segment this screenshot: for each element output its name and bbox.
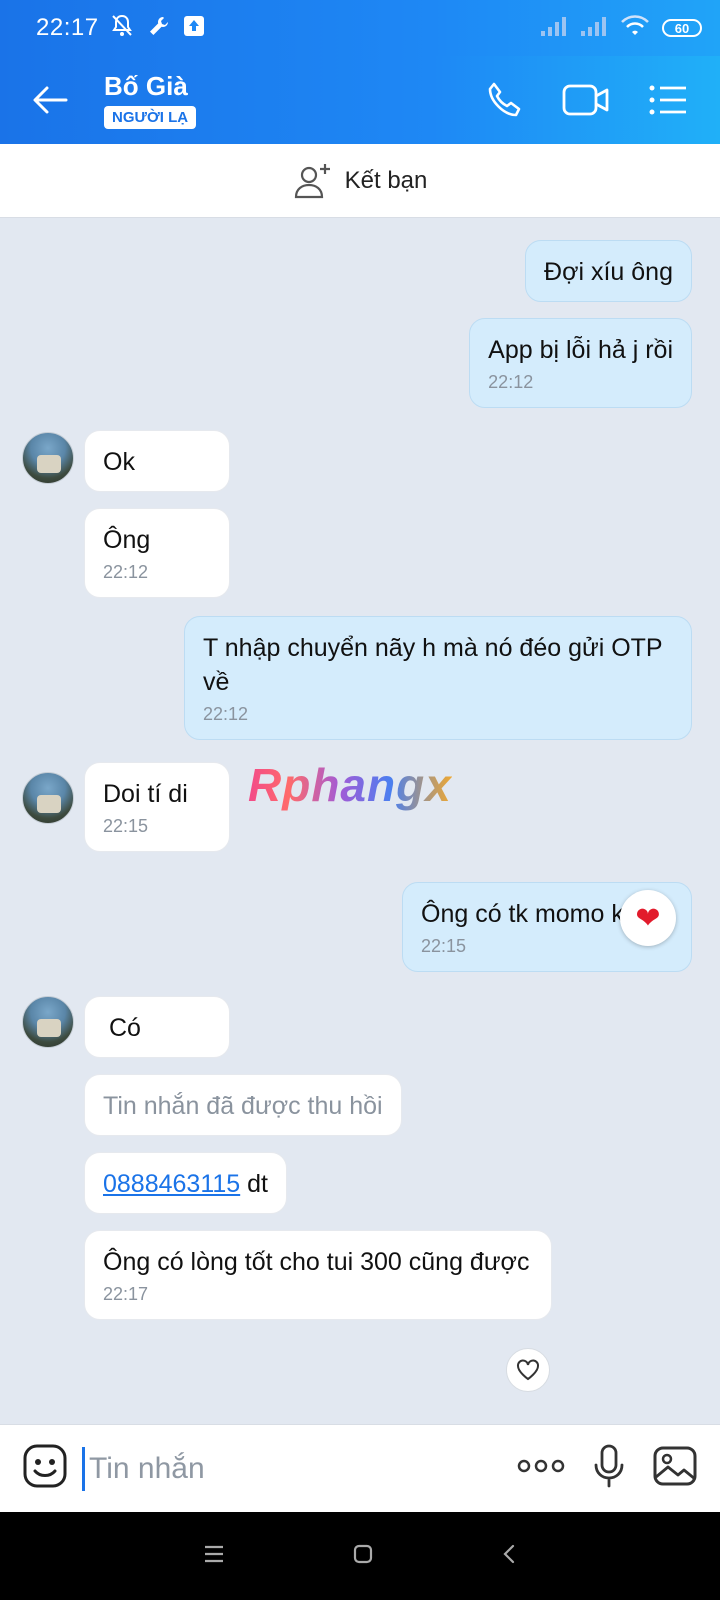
add-friend-label: Kết bạn — [344, 166, 428, 194]
muted-bell-icon — [109, 13, 135, 44]
image-icon — [653, 1446, 697, 1486]
message-recalled[interactable]: Tin nhắn đã được thu hồi — [84, 1074, 402, 1136]
message-text: Ông — [103, 526, 151, 554]
avatar[interactable] — [22, 772, 74, 824]
message-incoming[interactable]: Doi tí di 22:15 — [84, 762, 230, 852]
arrow-left-icon — [33, 86, 68, 114]
avatar[interactable] — [22, 432, 74, 484]
message-time: 22:12 — [203, 704, 249, 724]
square-home-icon — [353, 1544, 373, 1563]
status-time: 22:17 — [36, 14, 99, 41]
home-button[interactable] — [352, 1543, 374, 1570]
message-outgoing[interactable]: T nhập chuyển nãy h mà nó đéo gửi OTP về… — [184, 616, 692, 740]
avatar[interactable] — [22, 996, 74, 1048]
wifi-icon — [620, 14, 650, 42]
react-button[interactable] — [506, 1348, 550, 1392]
stranger-badge: NGƯỜI LẠ — [104, 106, 197, 129]
phone-number-link[interactable]: 0888463115 — [103, 1170, 240, 1198]
microphone-icon — [594, 1444, 624, 1488]
watermark-logo: Rphangx — [248, 759, 452, 811]
heart-reaction-icon[interactable]: ❤ — [620, 890, 676, 946]
voice-record-button[interactable] — [592, 1443, 626, 1494]
contact-info[interactable]: Bố Già NGƯỜI LẠ — [104, 71, 197, 129]
back-button[interactable] — [0, 56, 100, 144]
system-nav-bar — [0, 1512, 720, 1600]
message-list[interactable]: Đợi xíu ông App bị lỗi hả j rồi 22:12 Ok… — [0, 218, 720, 1424]
message-text: Tin nhắn đã được thu hồi — [103, 1092, 383, 1120]
message-text: dt — [240, 1170, 268, 1198]
upload-icon — [183, 15, 205, 42]
menu-lines-icon — [205, 1545, 224, 1562]
message-time: 22:12 — [103, 562, 149, 582]
message-text: App bị lỗi hả j rồi — [488, 336, 673, 364]
system-back-button[interactable] — [501, 1543, 517, 1570]
add-friend-icon — [294, 163, 330, 198]
contact-name: Bố Già — [104, 71, 188, 101]
wrench-icon — [147, 14, 171, 43]
voice-call-button[interactable] — [478, 74, 530, 126]
status-bar: 22:17 60 — [0, 0, 720, 56]
battery-icon: 60 — [662, 19, 702, 37]
chat-header: Bố Già NGƯỜI LẠ — [0, 56, 720, 144]
message-time: 22:12 — [488, 372, 534, 392]
message-incoming[interactable]: 0888463115 dt — [84, 1152, 287, 1214]
message-input[interactable]: Tin nhắn — [82, 1446, 516, 1491]
sticker-smile-icon — [23, 1444, 67, 1488]
add-friend-bar[interactable]: Kết bạn — [0, 144, 720, 218]
message-outgoing[interactable]: App bị lỗi hả j rồi 22:12 — [469, 318, 692, 408]
video-camera-icon — [562, 84, 609, 116]
recents-button[interactable] — [203, 1544, 225, 1569]
message-text: T nhập chuyển nãy h mà nó đéo gửi OTP về — [203, 634, 663, 696]
gallery-button[interactable] — [652, 1445, 698, 1492]
message-incoming[interactable]: Có — [84, 996, 230, 1058]
message-incoming[interactable]: Ok — [84, 430, 230, 492]
composer-bar: Tin nhắn — [0, 1424, 720, 1512]
emoji-button[interactable] — [22, 1443, 68, 1494]
message-outgoing[interactable]: Đợi xíu ông — [525, 240, 692, 302]
message-text: Ok — [103, 448, 135, 476]
heart-outline-icon — [517, 1359, 539, 1381]
message-incoming[interactable]: Ông có lòng tốt cho tui 300 cũng được 22… — [84, 1230, 552, 1320]
chevron-left-icon — [503, 1544, 514, 1563]
message-text: Doi tí di — [103, 780, 188, 808]
more-options-button[interactable] — [516, 1458, 566, 1479]
signal-icon-2 — [580, 15, 608, 42]
more-dots-icon — [517, 1459, 565, 1473]
message-incoming[interactable]: Ông 22:12 — [84, 508, 230, 598]
message-text: Có — [109, 1014, 141, 1042]
phone-icon — [488, 82, 521, 117]
message-text: Ông có lòng tốt cho tui 300 cũng được — [103, 1248, 530, 1276]
list-menu-icon — [649, 85, 686, 115]
signal-icon-1 — [540, 15, 568, 42]
menu-button[interactable] — [642, 74, 694, 126]
message-time: 22:17 — [103, 1284, 149, 1304]
video-call-button[interactable] — [560, 74, 612, 126]
message-text: Đợi xíu ông — [544, 258, 673, 286]
message-time: 22:15 — [103, 816, 149, 836]
